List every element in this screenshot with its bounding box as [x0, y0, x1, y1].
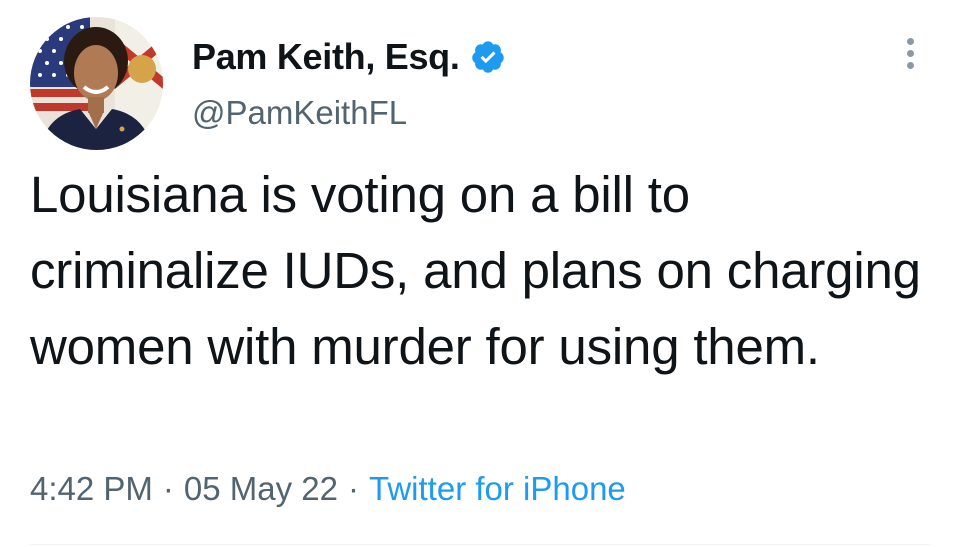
separator-dot: ·	[348, 470, 359, 507]
divider	[30, 544, 930, 545]
tweet-text: Louisiana is voting on a bill to crimina…	[30, 166, 921, 375]
author-display-name-row[interactable]: Pam Keith, Esq.	[192, 36, 506, 78]
more-options-icon[interactable]	[900, 38, 920, 74]
avatar[interactable]	[30, 17, 163, 150]
tweet-card: Pam Keith, Esq. @PamKeithFL Louisiana is…	[0, 0, 960, 547]
tweet-time[interactable]: 4:42 PM	[30, 470, 153, 507]
author-handle[interactable]: @PamKeithFL	[192, 94, 407, 132]
separator-dot: ·	[162, 470, 174, 507]
profile-photo	[30, 17, 163, 150]
verified-badge-icon	[470, 39, 506, 75]
tweet-source-link[interactable]: Twitter for iPhone	[369, 470, 626, 507]
tweet-date[interactable]: 05 May 22	[184, 470, 338, 507]
author-display-name[interactable]: Pam Keith, Esq.	[192, 36, 460, 78]
tweet-metadata: 4:42 PM · 05 May 22 · Twitter for iPhone	[30, 470, 626, 508]
